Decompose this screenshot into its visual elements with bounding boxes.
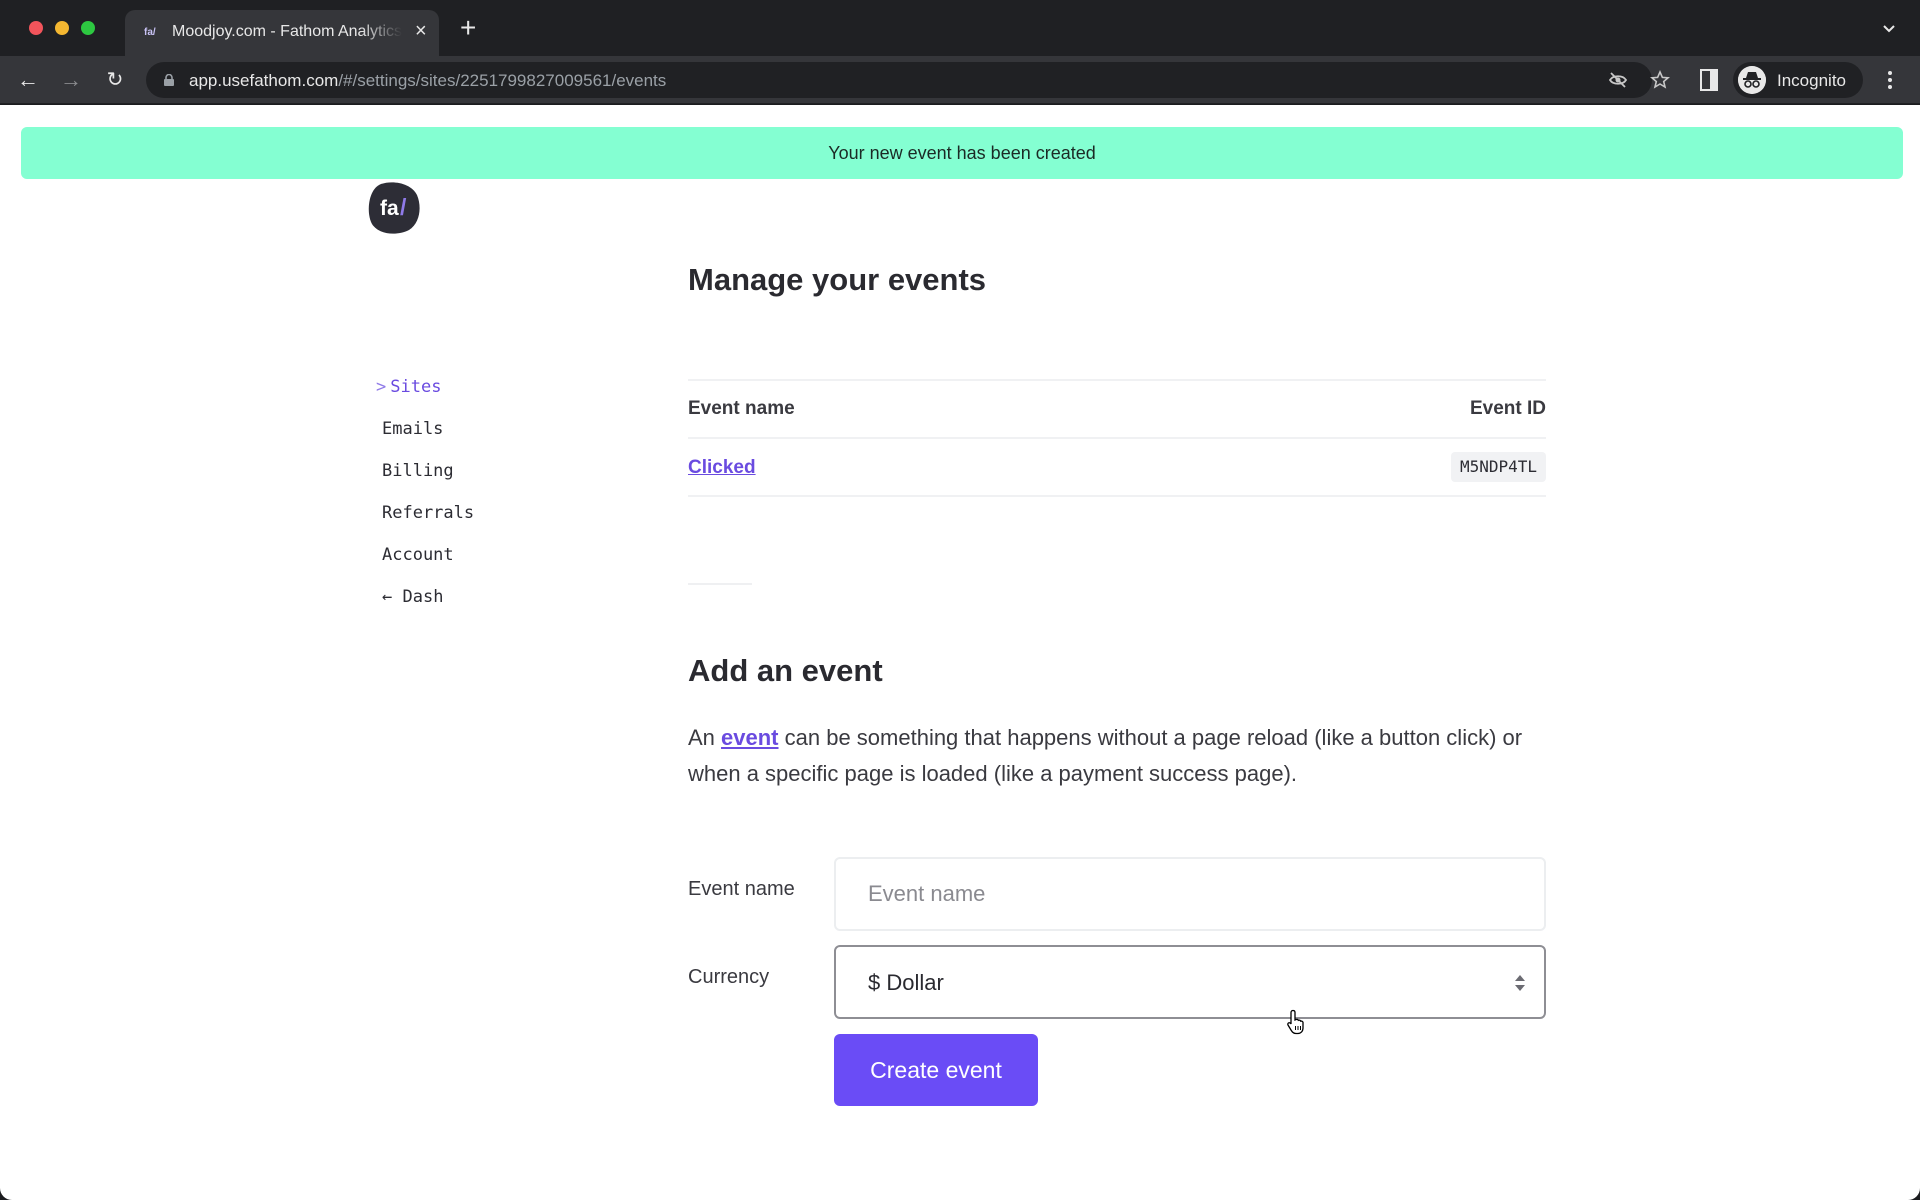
- reload-icon[interactable]: ↻: [103, 68, 127, 92]
- sidebar-item-emails[interactable]: Emails: [382, 419, 443, 439]
- url-text[interactable]: app.usefathom.com/#/settings/sites/22517…: [189, 71, 666, 91]
- manage-events-title: Manage your events: [688, 262, 987, 297]
- browser-tab-active[interactable]: fa/ Moodjoy.com - Fathom Analytics ×: [125, 10, 439, 56]
- currency-selected-value: $ Dollar: [868, 970, 944, 995]
- url-path: /#/settings/sites/2251799827009561/event…: [338, 71, 667, 90]
- sidebar-item-label: Referrals: [382, 503, 475, 523]
- event-name-input[interactable]: [836, 859, 1544, 929]
- forward-arrow-icon[interactable]: →: [59, 68, 83, 92]
- browser-tab-strip: fa/ Moodjoy.com - Fathom Analytics × +: [0, 0, 1920, 56]
- event-id-badge: M5NDP4TL: [1450, 452, 1546, 482]
- description-text: An: [688, 725, 722, 750]
- tab-title: Moodjoy.com - Fathom Analytics: [172, 23, 402, 40]
- events-table: Event name Event ID Clicked M5NDP4TL: [688, 379, 1546, 497]
- column-header-event-id: Event ID: [1469, 398, 1546, 419]
- back-arrow-icon[interactable]: ←: [16, 68, 40, 92]
- window-close-button[interactable]: [29, 21, 43, 35]
- sidebar-item-label: Billing: [382, 461, 454, 481]
- browser-toolbar: ← → ↻ app.usefathom.com/#/settings/sites…: [0, 56, 1920, 104]
- chevron-right-icon: >: [376, 377, 387, 397]
- new-tab-icon[interactable]: +: [460, 14, 476, 42]
- create-event-button[interactable]: Create event: [834, 1034, 1038, 1106]
- sidebar-item-label: Sites: [390, 377, 442, 397]
- tab-search-chevron-icon[interactable]: [1882, 22, 1896, 36]
- window-minimize-button[interactable]: [55, 21, 69, 35]
- add-event-title: Add an event: [688, 653, 883, 688]
- sidebar-item-billing[interactable]: Billing: [382, 461, 454, 481]
- menu-dots-icon[interactable]: [1884, 68, 1896, 92]
- table-row: Clicked M5NDP4TL: [688, 439, 1546, 495]
- flash-message: Your new event has been created: [828, 142, 1096, 163]
- incognito-profile-button[interactable]: Incognito: [1733, 62, 1863, 98]
- sidebar-item-label: Dash: [402, 587, 444, 607]
- select-updown-icon: [1515, 975, 1525, 991]
- star-icon[interactable]: [1650, 70, 1670, 90]
- event-docs-link[interactable]: event: [721, 725, 778, 750]
- table-bottom-divider: [688, 495, 1546, 497]
- window-maximize-button[interactable]: [81, 21, 95, 35]
- event-name-link[interactable]: Clicked: [688, 457, 756, 479]
- sidebar-item-referrals[interactable]: Referrals: [382, 503, 474, 523]
- tab-close-icon[interactable]: ×: [415, 21, 427, 41]
- description-text: can be something that happens without a …: [688, 725, 1523, 786]
- arrow-left-icon: ←: [382, 587, 393, 607]
- logo-text: fa: [380, 197, 399, 220]
- success-flash-banner: Your new event has been created: [21, 127, 1903, 179]
- sidebar-item-dash[interactable]: ← Dash: [382, 587, 443, 607]
- incognito-label: Incognito: [1777, 71, 1846, 90]
- eye-off-icon[interactable]: [1608, 70, 1628, 90]
- logo-accent: /: [400, 194, 407, 220]
- sidebar-item-label: Emails: [382, 419, 444, 439]
- side-panel-icon[interactable]: [1700, 69, 1718, 91]
- page-viewport: Your new event has been created fa / > Si…: [0, 105, 1920, 1200]
- lock-icon: [164, 74, 174, 86]
- section-divider: [688, 583, 752, 585]
- event-name-field[interactable]: [834, 857, 1546, 931]
- incognito-icon: [1738, 66, 1766, 94]
- currency-select[interactable]: $ Dollar: [834, 945, 1546, 1019]
- event-name-label: Event name: [688, 878, 795, 900]
- sidebar-item-account[interactable]: Account: [382, 545, 454, 565]
- sidebar-item-label: Account: [382, 545, 454, 565]
- column-header-event-name: Event name: [688, 398, 795, 419]
- fathom-favicon-icon: fa/: [144, 27, 156, 38]
- url-host: app.usefathom.com: [189, 71, 339, 90]
- add-event-description: An event can be something that happens w…: [688, 720, 1546, 792]
- fathom-logo[interactable]: fa /: [367, 181, 421, 235]
- table-header-row: Event name Event ID: [688, 381, 1546, 437]
- sidebar-item-sites[interactable]: > Sites: [376, 377, 441, 397]
- address-bar[interactable]: app.usefathom.com/#/settings/sites/22517…: [146, 62, 1670, 98]
- currency-label: Currency: [688, 966, 770, 988]
